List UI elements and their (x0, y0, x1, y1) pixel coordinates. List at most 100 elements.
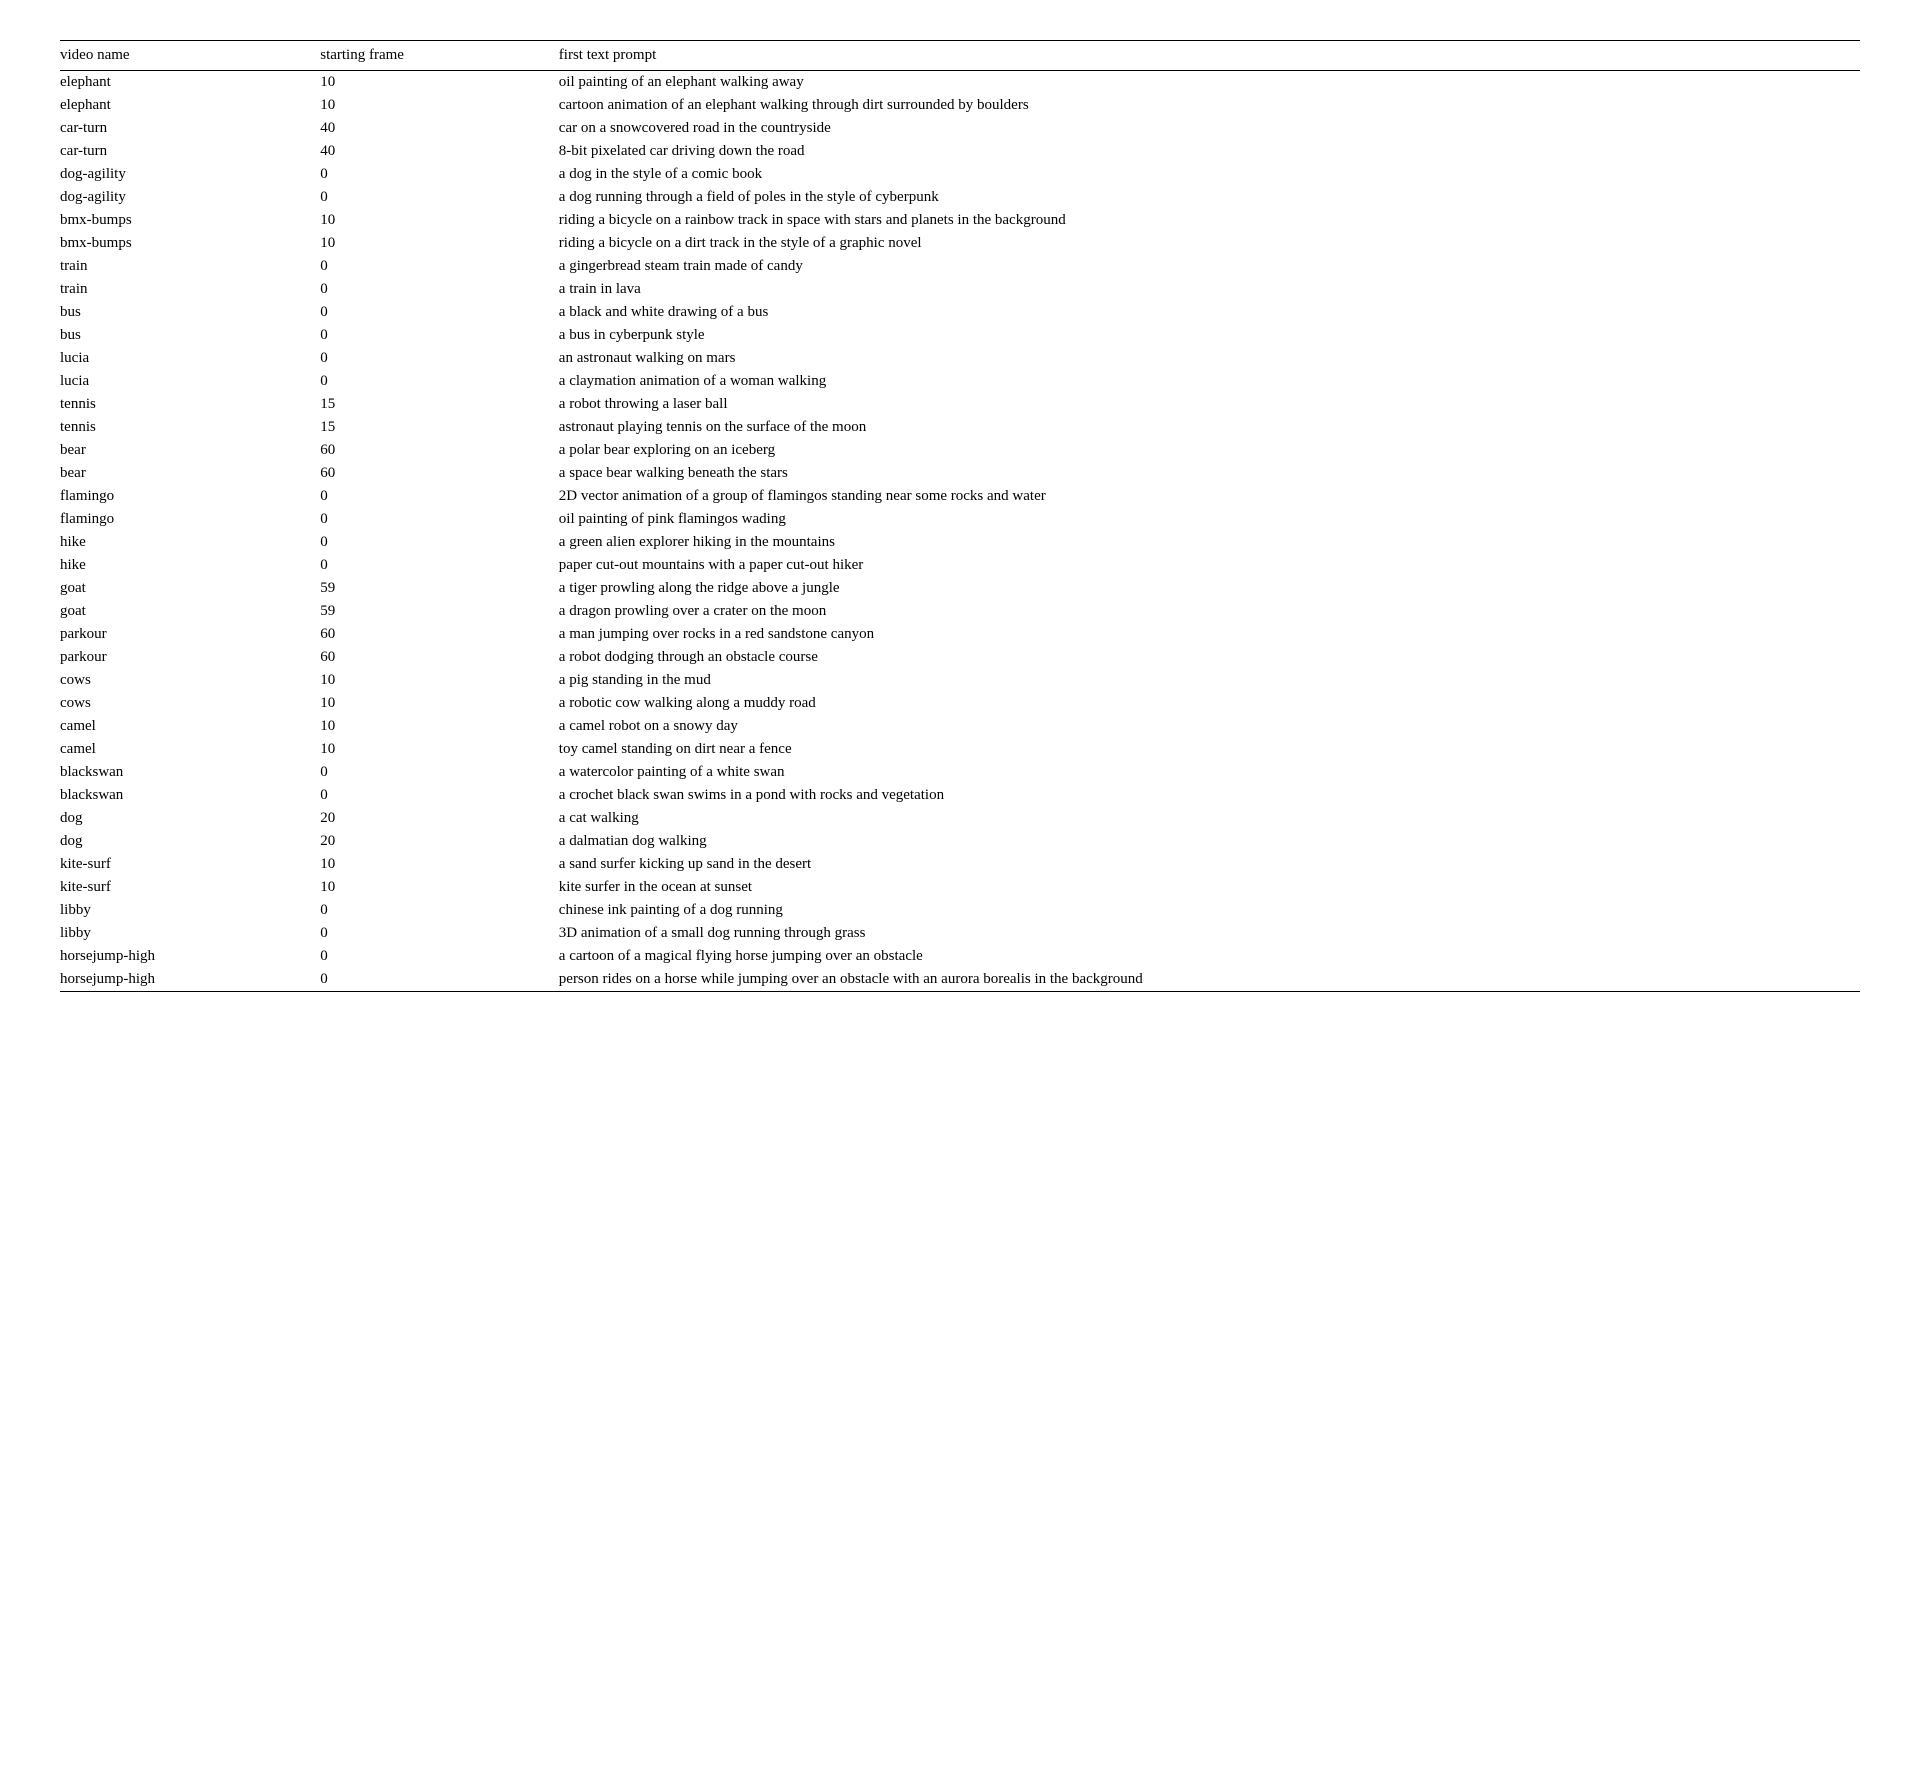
table-cell-22-0: goat (60, 577, 320, 600)
table-row: dog-agility0a dog running through a fiel… (60, 186, 1860, 209)
table-cell-7-0: bmx-bumps (60, 232, 320, 255)
data-table: video name starting frame first text pro… (60, 40, 1860, 992)
table-row: train0a gingerbread steam train made of … (60, 255, 1860, 278)
table-row: cows10a pig standing in the mud (60, 669, 1860, 692)
table-row: bmx-bumps10riding a bicycle on a dirt tr… (60, 232, 1860, 255)
table-cell-37-1: 0 (320, 922, 559, 945)
table-cell-35-0: kite-surf (60, 876, 320, 899)
table-cell-3-0: car-turn (60, 140, 320, 163)
table-cell-6-0: bmx-bumps (60, 209, 320, 232)
table-row: flamingo02D vector animation of a group … (60, 485, 1860, 508)
table-cell-31-1: 0 (320, 784, 559, 807)
table-cell-18-0: flamingo (60, 485, 320, 508)
table-cell-33-2: a dalmatian dog walking (559, 830, 1860, 853)
col-header-starting-frame: starting frame (320, 41, 559, 71)
table-cell-25-0: parkour (60, 646, 320, 669)
table-cell-4-1: 0 (320, 163, 559, 186)
table-cell-9-0: train (60, 278, 320, 301)
table-row: tennis15astronaut playing tennis on the … (60, 416, 1860, 439)
table-cell-16-0: bear (60, 439, 320, 462)
table-cell-8-0: train (60, 255, 320, 278)
table-cell-36-2: chinese ink painting of a dog running (559, 899, 1860, 922)
table-cell-31-0: blackswan (60, 784, 320, 807)
table-row: horsejump-high0person rides on a horse w… (60, 968, 1860, 992)
table-row: tennis15a robot throwing a laser ball (60, 393, 1860, 416)
col-header-video-name: video name (60, 41, 320, 71)
table-row: cows10a robotic cow walking along a mudd… (60, 692, 1860, 715)
table-cell-15-0: tennis (60, 416, 320, 439)
table-cell-24-2: a man jumping over rocks in a red sandst… (559, 623, 1860, 646)
table-cell-33-1: 20 (320, 830, 559, 853)
table-cell-26-2: a pig standing in the mud (559, 669, 1860, 692)
table-cell-5-1: 0 (320, 186, 559, 209)
table-cell-7-1: 10 (320, 232, 559, 255)
table-row: elephant10oil painting of an elephant wa… (60, 71, 1860, 95)
table-cell-38-0: horsejump-high (60, 945, 320, 968)
table-cell-26-1: 10 (320, 669, 559, 692)
table-cell-32-2: a cat walking (559, 807, 1860, 830)
table-cell-19-0: flamingo (60, 508, 320, 531)
table-cell-2-0: car-turn (60, 117, 320, 140)
table-cell-29-1: 10 (320, 738, 559, 761)
table-cell-6-1: 10 (320, 209, 559, 232)
table-cell-30-0: blackswan (60, 761, 320, 784)
table-cell-30-2: a watercolor painting of a white swan (559, 761, 1860, 784)
table-cell-0-0: elephant (60, 71, 320, 95)
table-cell-27-0: cows (60, 692, 320, 715)
table-cell-8-2: a gingerbread steam train made of candy (559, 255, 1860, 278)
table-row: bus0a black and white drawing of a bus (60, 301, 1860, 324)
table-row: dog20a cat walking (60, 807, 1860, 830)
table-cell-27-2: a robotic cow walking along a muddy road (559, 692, 1860, 715)
table-cell-23-2: a dragon prowling over a crater on the m… (559, 600, 1860, 623)
table-row: blackswan0a crochet black swan swims in … (60, 784, 1860, 807)
table-cell-22-2: a tiger prowling along the ridge above a… (559, 577, 1860, 600)
table-row: elephant10cartoon animation of an elepha… (60, 94, 1860, 117)
table-cell-12-0: lucia (60, 347, 320, 370)
table-cell-33-0: dog (60, 830, 320, 853)
table-cell-12-1: 0 (320, 347, 559, 370)
table-cell-11-0: bus (60, 324, 320, 347)
table-cell-3-2: 8-bit pixelated car driving down the roa… (559, 140, 1860, 163)
table-cell-7-2: riding a bicycle on a dirt track in the … (559, 232, 1860, 255)
table-cell-34-1: 10 (320, 853, 559, 876)
table-row: dog-agility0a dog in the style of a comi… (60, 163, 1860, 186)
table-row: libby0chinese ink painting of a dog runn… (60, 899, 1860, 922)
table-cell-5-0: dog-agility (60, 186, 320, 209)
table-cell-2-1: 40 (320, 117, 559, 140)
table-cell-21-0: hike (60, 554, 320, 577)
table-row: bear60a space bear walking beneath the s… (60, 462, 1860, 485)
table-cell-30-1: 0 (320, 761, 559, 784)
table-row: horsejump-high0a cartoon of a magical fl… (60, 945, 1860, 968)
table-cell-13-0: lucia (60, 370, 320, 393)
table-cell-23-0: goat (60, 600, 320, 623)
table-cell-37-2: 3D animation of a small dog running thro… (559, 922, 1860, 945)
table-cell-34-2: a sand surfer kicking up sand in the des… (559, 853, 1860, 876)
table-cell-9-2: a train in lava (559, 278, 1860, 301)
table-cell-14-2: a robot throwing a laser ball (559, 393, 1860, 416)
table-cell-20-0: hike (60, 531, 320, 554)
table-cell-4-2: a dog in the style of a comic book (559, 163, 1860, 186)
table-cell-39-0: horsejump-high (60, 968, 320, 992)
table-cell-17-1: 60 (320, 462, 559, 485)
table-cell-13-1: 0 (320, 370, 559, 393)
table-cell-23-1: 59 (320, 600, 559, 623)
table-cell-17-0: bear (60, 462, 320, 485)
table-row: camel10a camel robot on a snowy day (60, 715, 1860, 738)
table-row: kite-surf10kite surfer in the ocean at s… (60, 876, 1860, 899)
table-cell-11-2: a bus in cyberpunk style (559, 324, 1860, 347)
table-cell-1-2: cartoon animation of an elephant walking… (559, 94, 1860, 117)
table-row: car-turn408-bit pixelated car driving do… (60, 140, 1860, 163)
table-cell-36-1: 0 (320, 899, 559, 922)
table-cell-16-2: a polar bear exploring on an iceberg (559, 439, 1860, 462)
table-row: parkour60a man jumping over rocks in a r… (60, 623, 1860, 646)
table-cell-26-0: cows (60, 669, 320, 692)
table-row: libby03D animation of a small dog runnin… (60, 922, 1860, 945)
table-cell-15-1: 15 (320, 416, 559, 439)
table-cell-36-0: libby (60, 899, 320, 922)
table-cell-17-2: a space bear walking beneath the stars (559, 462, 1860, 485)
table-row: camel10toy camel standing on dirt near a… (60, 738, 1860, 761)
table-cell-32-1: 20 (320, 807, 559, 830)
table-cell-19-2: oil painting of pink flamingos wading (559, 508, 1860, 531)
table-row: parkour60a robot dodging through an obst… (60, 646, 1860, 669)
table-cell-34-0: kite-surf (60, 853, 320, 876)
